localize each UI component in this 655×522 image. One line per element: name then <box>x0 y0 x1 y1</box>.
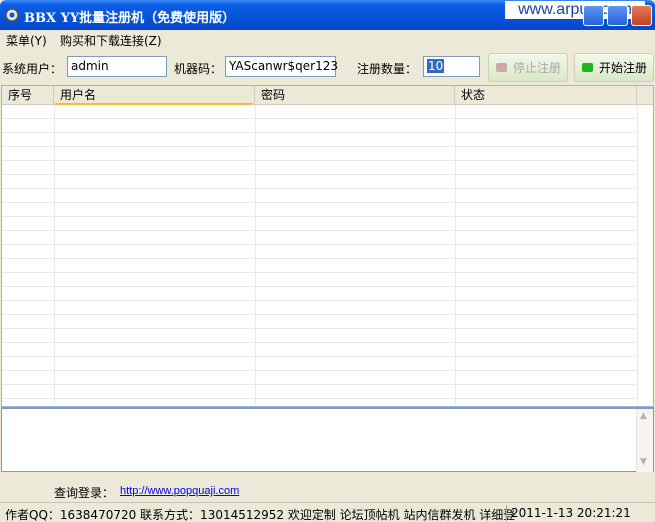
stop-register-label: 停止注册 <box>513 61 562 75</box>
grid-rows[interactable] <box>2 105 638 406</box>
grid-divider <box>455 105 456 406</box>
register-count-input[interactable]: 10 <box>423 56 480 77</box>
register-count-value: 10 <box>427 59 445 73</box>
status-author-info: 作者QQ：1638470720 联系方式：13014512952 欢迎定制 论坛… <box>5 508 516 522</box>
results-grid[interactable]: 序号 用户名 密码 状态 <box>1 85 654 407</box>
start-register-button[interactable]: 开始注册 <box>574 53 654 82</box>
system-user-input[interactable]: admin <box>67 56 167 77</box>
column-header-password[interactable]: 密码 <box>255 86 455 105</box>
column-header-status[interactable]: 状态 <box>455 86 637 105</box>
title-bar: BBX YY批量注册机（免费使用版） www.arpun.com <box>0 0 655 30</box>
machine-code-input[interactable]: YAScanwr$qer123 <box>225 56 338 77</box>
menu-item-purchase-download[interactable]: 购买和下载连接(Z) <box>60 32 162 49</box>
query-login-link[interactable]: http://www.popquaji.com <box>120 485 239 497</box>
register-count-label: 注册数量： <box>357 62 418 76</box>
grid-divider <box>637 105 638 406</box>
menu-item-menu[interactable]: 菜单(Y) <box>6 32 47 49</box>
stop-register-button[interactable]: 停止注册 <box>488 53 568 82</box>
maximize-button[interactable] <box>607 5 628 26</box>
stop-led-icon <box>496 63 507 72</box>
status-divider <box>506 505 507 521</box>
log-textarea[interactable]: ▲ ▼ <box>1 407 654 472</box>
scroll-up-icon[interactable]: ▲ <box>640 411 647 421</box>
status-bar: 作者QQ：1638470720 联系方式：13014512952 欢迎定制 论坛… <box>0 502 655 522</box>
minimize-button[interactable] <box>583 5 604 26</box>
status-datetime: 2011-1-13 20:21:21 <box>511 506 631 520</box>
query-login-label: 查询登录： <box>54 486 115 500</box>
scroll-down-icon[interactable]: ▼ <box>640 457 647 467</box>
menu-bar: 菜单(Y) 购买和下载连接(Z) <box>0 30 655 48</box>
column-header-index[interactable]: 序号 <box>2 86 54 105</box>
start-led-icon <box>582 63 593 72</box>
close-button[interactable] <box>631 5 652 26</box>
system-user-label: 系统用户： <box>2 62 63 76</box>
toolbar: 系统用户： admin 机器码： YAScanwr$qer123 注册数量： 1… <box>0 50 655 84</box>
grid-header: 序号 用户名 密码 状态 <box>2 86 653 105</box>
machine-code-label: 机器码： <box>174 62 223 76</box>
grid-divider <box>54 105 55 406</box>
app-gear-icon <box>5 8 19 22</box>
log-scrollbar[interactable]: ▲ ▼ <box>636 409 653 472</box>
grid-divider <box>255 105 256 406</box>
start-register-label: 开始注册 <box>599 61 648 75</box>
window-title: BBX YY批量注册机（免费使用版） <box>24 11 236 26</box>
